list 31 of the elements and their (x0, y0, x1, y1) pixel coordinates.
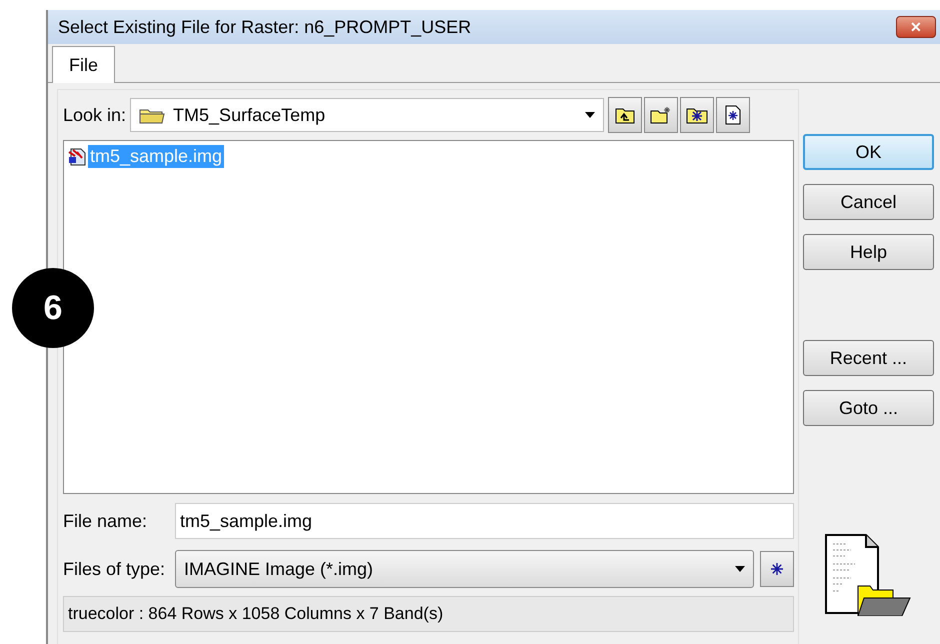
file-type-label: Files of type: (63, 558, 166, 580)
raster-file-icon (68, 148, 86, 166)
file-type-value: IMAGINE Image (*.img) (184, 558, 374, 580)
dialog-button[interactable]: Recent ... (802, 340, 934, 376)
look-in-label: Look in: (63, 104, 126, 126)
new-folder-button[interactable] (644, 97, 678, 133)
star-folder-icon (686, 106, 708, 124)
status-bar: truecolor : 864 Rows x 1058 Columns x 7 Band(s) (63, 596, 794, 632)
file-name-field[interactable]: tm5_sample.img (175, 503, 794, 539)
dialog-button[interactable]: Goto ... (802, 390, 934, 426)
look-in-dropdown[interactable]: TM5_SurfaceTemp (130, 98, 604, 132)
window-title: Select Existing File for Raster: n6_PROMPT_USER (58, 16, 472, 38)
star-page-icon (725, 105, 742, 125)
dialog-button[interactable]: Help (802, 234, 934, 270)
file-type-dropdown[interactable]: IMAGINE Image (*.img) (175, 550, 754, 588)
dialog-button[interactable]: Cancel (802, 184, 934, 220)
up-folder-button[interactable] (608, 97, 642, 133)
new-folder-icon (650, 106, 672, 124)
folder-name: TM5_SurfaceTemp (173, 104, 326, 126)
star-folder-button[interactable] (680, 97, 714, 133)
file-name-label: File name: (63, 510, 148, 532)
up-folder-icon (615, 106, 636, 124)
filter-button[interactable] (760, 551, 794, 587)
asterisk-icon (770, 562, 784, 576)
tab[interactable]: File (52, 46, 116, 83)
caret-icon (734, 566, 745, 572)
dialog-button[interactable]: OK (802, 134, 934, 170)
step-number-badge: 6 (12, 268, 94, 348)
new-file-button[interactable] (716, 97, 750, 133)
caret-icon (585, 112, 596, 118)
document-folder-icon (824, 534, 912, 616)
